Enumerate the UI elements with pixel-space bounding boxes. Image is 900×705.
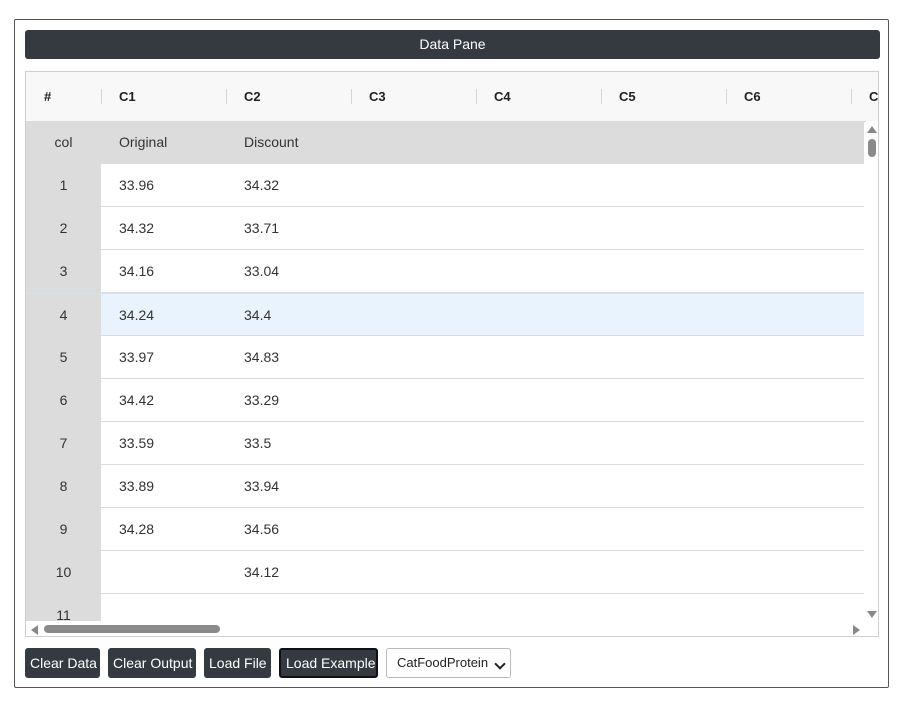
cell-c2[interactable]: 34.83 [226, 336, 351, 379]
cell-c2[interactable]: 34.56 [226, 508, 351, 551]
horizontal-scrollbar[interactable] [26, 622, 878, 636]
grid-header: # C1 C2 C3 C4 C5 C6 C7 [26, 72, 878, 122]
table-row: 8 33.89 33.94 [26, 465, 864, 508]
header-c6[interactable]: C6 [726, 72, 851, 121]
load-file-button[interactable]: Load File [204, 648, 271, 678]
data-grid[interactable]: # C1 C2 C3 C4 C5 C6 C7 col Original Disc… [25, 71, 879, 637]
row-number: 1 [26, 164, 101, 207]
horizontal-scroll-thumb[interactable] [44, 625, 220, 633]
row-number: 5 [26, 336, 101, 379]
scroll-left-arrow-icon[interactable] [31, 625, 38, 635]
table-row: 11 [26, 594, 864, 621]
scroll-down-arrow-icon[interactable] [867, 611, 877, 618]
vertical-scroll-thumb[interactable] [868, 139, 876, 157]
cell-c1[interactable]: 34.28 [101, 508, 226, 551]
column-name-c1[interactable]: Original [101, 121, 226, 164]
table-row: 3 34.16 33.04 [26, 250, 864, 293]
load-example-button[interactable]: Load Example [279, 648, 378, 678]
cell-c2[interactable]: 33.71 [226, 207, 351, 250]
table-row: 7 33.59 33.5 [26, 422, 864, 465]
row-number: 4 [26, 294, 101, 337]
cell-c2[interactable]: 34.12 [226, 551, 351, 594]
example-select[interactable]: CatFoodProtein [386, 648, 511, 678]
chevron-down-icon [494, 658, 506, 670]
cell-c2[interactable]: 34.4 [226, 294, 351, 337]
table-row: 5 33.97 34.83 [26, 336, 864, 379]
row-number: 6 [26, 379, 101, 422]
row-number: 8 [26, 465, 101, 508]
cell-c2[interactable]: 33.29 [226, 379, 351, 422]
cell-c2[interactable]: 34.32 [226, 164, 351, 207]
header-c7[interactable]: C7 [851, 72, 878, 121]
table-row: 2 34.32 33.71 [26, 207, 864, 250]
header-c4[interactable]: C4 [476, 72, 601, 121]
header-c3[interactable]: C3 [351, 72, 476, 121]
header-c2[interactable]: C2 [226, 72, 351, 121]
cell-c2[interactable]: 33.5 [226, 422, 351, 465]
cell-c1[interactable]: 33.89 [101, 465, 226, 508]
cell-c2[interactable]: 33.94 [226, 465, 351, 508]
row-number: 11 [26, 594, 101, 621]
column-name-c2[interactable]: Discount [226, 121, 351, 164]
header-c1[interactable]: C1 [101, 72, 226, 121]
row-number: 7 [26, 422, 101, 465]
table-row: 10 34.12 [26, 551, 864, 594]
cell-c1[interactable] [101, 551, 226, 594]
row-number: 2 [26, 207, 101, 250]
vertical-scrollbar[interactable] [866, 121, 878, 621]
cell-c2[interactable] [226, 594, 351, 621]
clear-output-button[interactable]: Clear Output [108, 648, 196, 678]
header-c5[interactable]: C5 [601, 72, 726, 121]
cell-c1[interactable]: 33.59 [101, 422, 226, 465]
cell-c1[interactable]: 34.16 [101, 250, 226, 293]
cell-c1[interactable]: 34.24 [101, 294, 226, 337]
scroll-up-arrow-icon[interactable] [867, 126, 877, 133]
table-row: 1 33.96 34.32 [26, 164, 864, 207]
clear-data-button[interactable]: Clear Data [25, 648, 100, 678]
scroll-right-arrow-icon[interactable] [853, 625, 860, 635]
header-hash: # [44, 89, 52, 104]
row-number: 10 [26, 551, 101, 594]
data-pane-title: Data Pane [25, 30, 880, 59]
table-row: 6 34.42 33.29 [26, 379, 864, 422]
table-row: 9 34.28 34.56 [26, 508, 864, 551]
grid-body: col Original Discount 1 33.96 34.32 2 34… [26, 121, 864, 621]
cell-c2[interactable]: 33.04 [226, 250, 351, 293]
cell-c1[interactable] [101, 594, 226, 621]
row-label-col: col [26, 121, 101, 164]
cell-c1[interactable]: 34.42 [101, 379, 226, 422]
cell-c1[interactable]: 34.32 [101, 207, 226, 250]
example-select-value: CatFoodProtein [397, 655, 489, 670]
table-row-selected: 4 34.24 34.4 [26, 293, 864, 337]
cell-c1[interactable]: 33.96 [101, 164, 226, 207]
column-name-row: col Original Discount [26, 121, 864, 164]
cell-c1[interactable]: 33.97 [101, 336, 226, 379]
row-number: 3 [26, 250, 101, 293]
row-number: 9 [26, 508, 101, 551]
